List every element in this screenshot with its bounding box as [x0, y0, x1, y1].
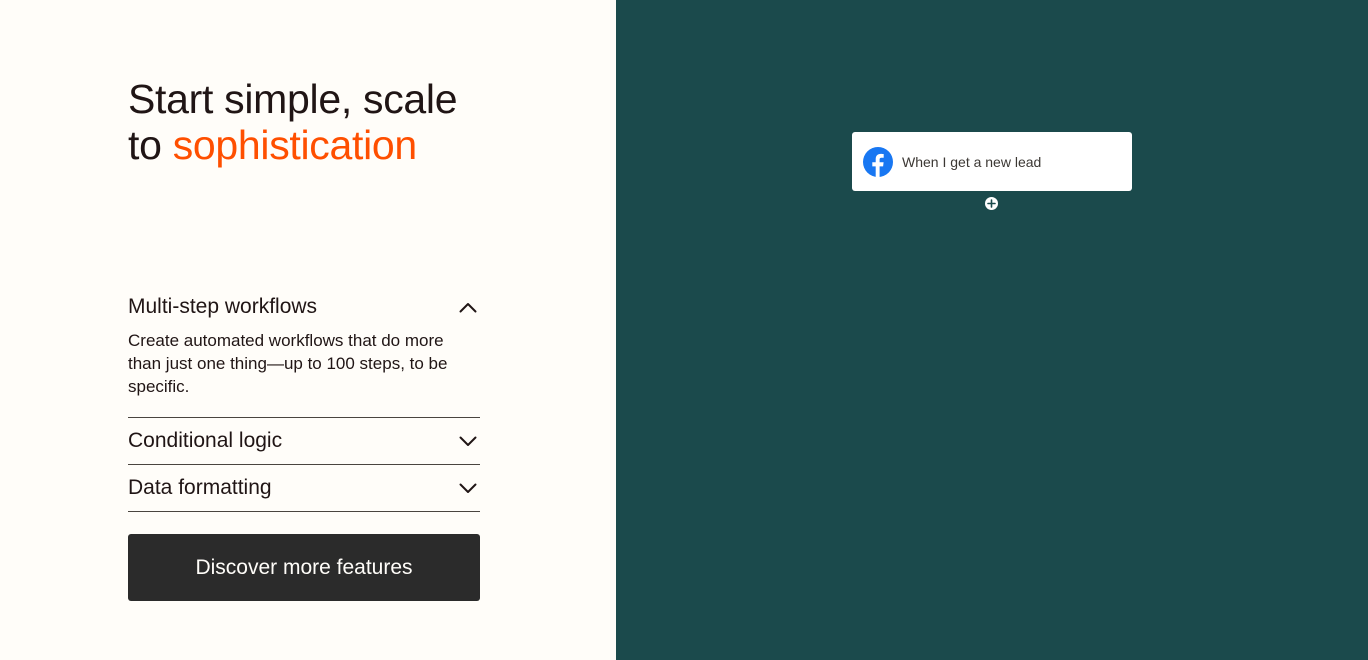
accordion-header-conditional-logic[interactable]: Conditional logic	[128, 418, 480, 464]
headline-accent: sophistication	[172, 122, 418, 168]
trigger-step-card[interactable]: When I get a new lead	[852, 132, 1132, 191]
page-title: Start simple, scale to sophistication	[128, 76, 458, 168]
feature-text-panel: Start simple, scale to sophistication Mu…	[0, 0, 616, 660]
accordion-item-data-formatting: Data formatting	[128, 465, 480, 512]
feature-accordion: Multi-step workflows Create automated wo…	[128, 284, 480, 512]
accordion-body-multi-step: Create automated workflows that do more …	[128, 331, 448, 396]
chevron-down-icon[interactable]	[458, 478, 478, 498]
trigger-label: When I get a new lead	[902, 153, 1042, 170]
discover-features-button[interactable]: Discover more features	[128, 534, 480, 601]
accordion-title: Conditional logic	[128, 429, 283, 452]
accordion-item-conditional-logic: Conditional logic	[128, 418, 480, 465]
accordion-title: Multi-step workflows	[128, 295, 318, 318]
accordion-title: Data formatting	[128, 476, 272, 499]
chevron-down-icon[interactable]	[458, 431, 478, 451]
feature-section: Start simple, scale to sophistication Mu…	[0, 0, 1368, 660]
accordion-item-multi-step: Multi-step workflows Create automated wo…	[128, 284, 480, 418]
chevron-up-icon[interactable]	[458, 297, 478, 317]
facebook-icon	[863, 146, 893, 177]
workflow-canvas: When I get a new lead	[616, 0, 1368, 660]
accordion-header-data-formatting[interactable]: Data formatting	[128, 465, 480, 511]
accordion-header-multi-step[interactable]: Multi-step workflows	[128, 284, 480, 330]
plus-icon[interactable]	[985, 197, 998, 210]
